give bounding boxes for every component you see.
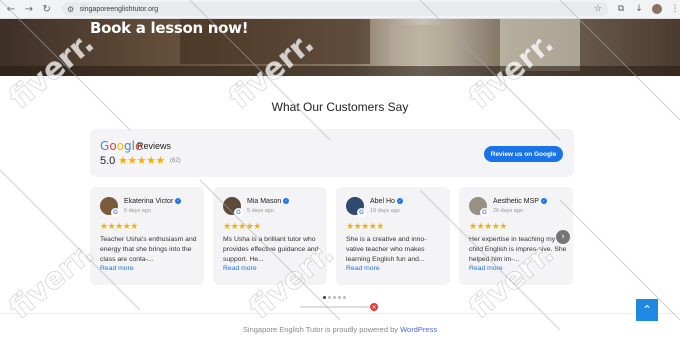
review-stars: ★★★★★ <box>469 222 507 232</box>
carousel-dot[interactable] <box>338 296 341 299</box>
review-date: 5 days ago <box>247 208 274 214</box>
address-bar[interactable]: ⚙ singaporeenglishtutor.org ☆ <box>61 2 608 16</box>
reload-icon[interactable]: ↻ <box>40 2 54 16</box>
rating-value: 5.0 <box>100 155 116 167</box>
review-date: 26 days ago <box>493 208 523 214</box>
download-icon[interactable]: ↓ <box>634 4 644 14</box>
url-text: singaporeenglishtutor.org <box>79 5 159 13</box>
verified-icon: ✓ <box>283 198 290 204</box>
scroll-to-top-button[interactable]: ⌃ <box>636 299 658 321</box>
review-count: (62) <box>170 158 181 164</box>
bookmark-star-icon[interactable]: ☆ <box>594 4 602 14</box>
google-g-icon: G <box>480 208 489 217</box>
profile-avatar[interactable] <box>652 4 662 14</box>
verified-icon: ✓ <box>396 198 403 204</box>
reviews-label: Reviews <box>137 141 172 151</box>
forward-icon[interactable]: → <box>22 2 36 16</box>
back-icon[interactable]: ← <box>4 2 18 16</box>
review-card: G Mia Mason ✓ 5 days ago ★★★★★ Ms Usha is… <box>213 187 327 285</box>
review-stars: ★★★★★ <box>100 222 138 232</box>
review-text: Her expertise in teaching my child Engli… <box>469 236 567 263</box>
carousel-dots <box>323 296 346 299</box>
browser-toolbar: ← → ↻ ⚙ singaporeenglishtutor.org ☆ ⧉ ↓ … <box>0 0 680 19</box>
google-g-icon: G <box>111 208 120 217</box>
close-icon[interactable]: ✕ <box>370 303 378 311</box>
footer-text: Singapore English Tutor is proudly power… <box>242 325 401 334</box>
google-g-icon: G <box>234 208 243 217</box>
reviewer-name: Aesthetic MSP ✓ <box>493 198 547 205</box>
verified-icon: ✓ <box>175 198 182 204</box>
google-g-icon: G <box>357 208 366 217</box>
carousel-dot[interactable] <box>323 296 326 299</box>
read-more-link[interactable]: Read more <box>469 265 503 272</box>
section-title: What Our Customers Say <box>271 100 409 114</box>
reviewer-name: Mia Mason ✓ <box>247 198 290 205</box>
verified-icon: ✓ <box>540 198 547 204</box>
read-more-link[interactable]: Read more <box>346 265 380 272</box>
carousel-dot[interactable] <box>333 296 336 299</box>
hero-title: Book a lesson now! <box>90 19 249 37</box>
carousel-dot[interactable] <box>328 296 331 299</box>
review-card: G Ekaterina Victor ✓ 5 days ago ★★★★★ Tea… <box>90 187 204 285</box>
site-footer: Singapore English Tutor is proudly power… <box>0 313 680 339</box>
carousel-dot[interactable] <box>343 296 346 299</box>
wordpress-link[interactable]: WordPress <box>400 325 437 334</box>
review-stars: ★★★★★ <box>346 222 384 232</box>
review-us-button[interactable]: Review us on Google <box>484 146 563 162</box>
review-text: She is a creative and inno-vative teache… <box>346 236 427 263</box>
rating-stars: ★★★★★ <box>118 154 165 167</box>
review-date: 19 days ago <box>370 208 400 214</box>
hero-background <box>500 19 580 71</box>
read-more-link[interactable]: Read more <box>100 265 134 272</box>
review-date: 5 days ago <box>124 208 151 214</box>
review-card: G Abel Ho ✓ 19 days ago ★★★★★ She is a cr… <box>336 187 450 285</box>
review-text: Ms Usha is a brilliant tutor who provide… <box>223 236 319 263</box>
extensions-icon[interactable]: ⧉ <box>616 4 626 14</box>
reviewer-name: Abel Ho ✓ <box>370 198 403 205</box>
review-text: Teacher Usha's enthusiasm and energy tha… <box>100 236 197 263</box>
google-reviews-summary: Google Reviews 5.0 ★★★★★ (62) Review us … <box>90 129 574 177</box>
google-logo: Google <box>100 139 143 153</box>
hero-background <box>0 66 680 76</box>
read-more-link[interactable]: Read more <box>223 265 257 272</box>
review-stars: ★★★★★ <box>223 222 261 232</box>
hero-background <box>390 25 450 65</box>
reviewer-name: Ekaterina Victor ✓ <box>124 198 182 205</box>
hero-banner: Book a lesson now! <box>0 19 680 76</box>
site-info-icon[interactable]: ⚙ <box>66 4 76 14</box>
carousel-next-icon[interactable]: › <box>556 230 570 244</box>
menu-icon[interactable]: ⋮ <box>670 4 680 14</box>
overlay-bar <box>300 306 370 308</box>
